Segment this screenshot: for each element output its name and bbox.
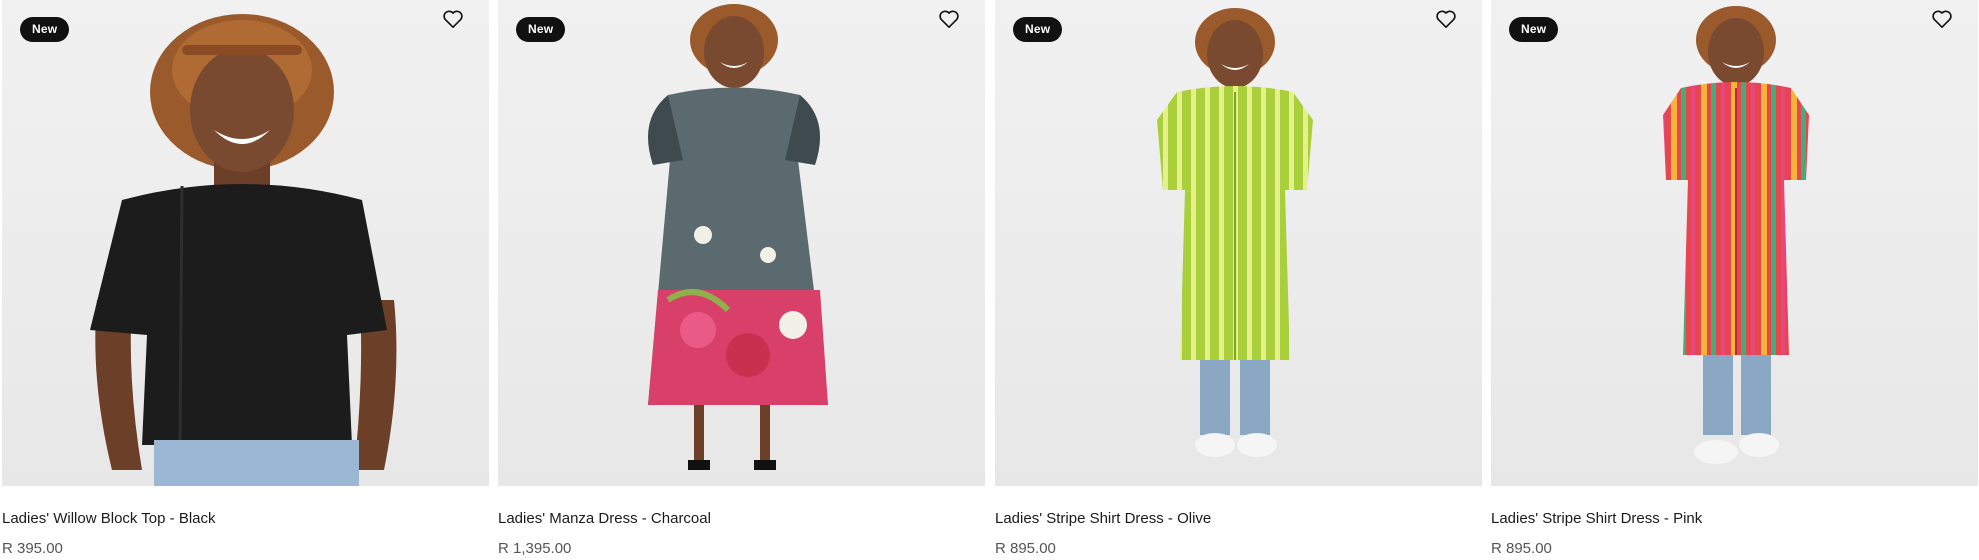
product-price: R 895.00 xyxy=(995,540,1056,557)
product-name[interactable]: Ladies' Stripe Shirt Dress - Pink xyxy=(1491,510,1702,527)
product-photo-stripe-olive xyxy=(1157,8,1313,457)
product-name[interactable]: Ladies' Manza Dress - Charcoal xyxy=(498,510,711,527)
new-badge: New xyxy=(20,17,70,42)
product-name[interactable]: Ladies' Willow Block Top - Black xyxy=(2,510,216,527)
product-image[interactable]: New xyxy=(995,0,1482,486)
new-badge: New xyxy=(516,17,566,42)
wishlist-heart-icon[interactable] xyxy=(938,9,966,37)
product-photo-manza-dress xyxy=(648,4,828,470)
product-price: R 895.00 xyxy=(1491,540,1552,557)
product-name[interactable]: Ladies' Stripe Shirt Dress - Olive xyxy=(995,510,1211,527)
product-image[interactable]: New xyxy=(1491,0,1978,486)
new-badge: New xyxy=(1509,17,1559,42)
product-photo-willow-top xyxy=(90,14,397,486)
wishlist-heart-icon[interactable] xyxy=(1931,9,1959,37)
product-price: R 1,395.00 xyxy=(498,540,572,557)
product-image[interactable]: New xyxy=(2,0,489,486)
product-card[interactable]: New Ladies' Manza Dress - Charcoal R 1,3… xyxy=(498,0,985,560)
product-image[interactable]: New xyxy=(498,0,985,486)
wishlist-heart-icon[interactable] xyxy=(1435,9,1463,37)
product-card[interactable]: New Ladies' Willow Block Top - Black R 3… xyxy=(2,0,489,560)
product-photo-stripe-pink xyxy=(1663,6,1809,464)
product-price: R 395.00 xyxy=(2,540,63,557)
new-badge: New xyxy=(1013,17,1063,42)
product-card[interactable]: New Ladies' Stripe Shirt Dress - Olive R… xyxy=(995,0,1482,560)
product-card[interactable]: New Ladies' Stripe Shirt Dress - Pink R … xyxy=(1491,0,1978,560)
product-grid: New Ladies' Willow Block Top - Black R 3… xyxy=(0,0,1979,560)
wishlist-heart-icon[interactable] xyxy=(442,9,470,37)
